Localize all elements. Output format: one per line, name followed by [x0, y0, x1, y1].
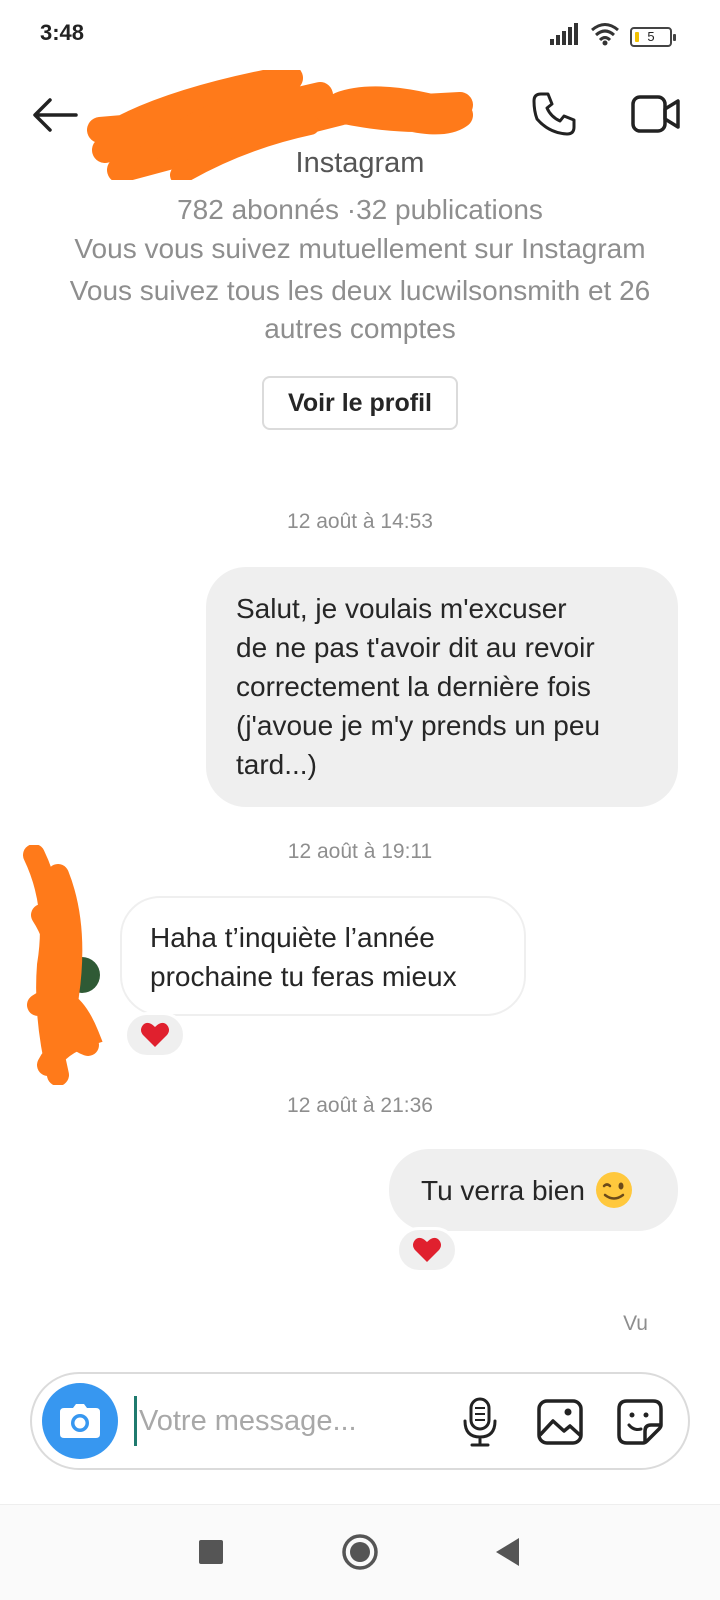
dm-conversation-screen: 3:48 5 Instagram 782 abonnés ·32 publica… — [0, 0, 720, 1600]
phone-icon — [532, 92, 576, 136]
profile-platform: Instagram — [295, 147, 425, 179]
back-arrow-icon — [33, 98, 78, 132]
seen-status: Vu — [623, 1312, 648, 1335]
heart-icon — [413, 1237, 441, 1262]
system-back-button[interactable] — [492, 1535, 522, 1569]
sent-message-bubble[interactable]: Salut, je voulais m'excuser de ne pas t'… — [206, 567, 678, 807]
message-line: correctement la dernière fois — [236, 671, 591, 702]
message-line: (j'avoue je m'y prends un peu — [236, 710, 601, 741]
camera-button[interactable] — [42, 1383, 118, 1459]
gallery-button[interactable] — [532, 1394, 588, 1450]
profile-stats: 782 abonnés ·32 publications — [177, 194, 543, 225]
wifi-icon — [590, 22, 620, 51]
sent-message-bubble[interactable]: Tu verra bien — [389, 1149, 678, 1231]
view-profile-button[interactable]: Voir le profil — [262, 376, 458, 430]
video-camera-icon — [631, 95, 680, 133]
microphone-icon — [463, 1397, 497, 1447]
voice-call-button[interactable] — [528, 88, 580, 140]
mutual-follow-text: Vous vous suivez mutuellement sur Instag… — [74, 233, 646, 264]
winking-face-icon — [595, 1172, 632, 1208]
message-line: de ne pas t'avoir dit au revoir — [236, 632, 595, 663]
message-input[interactable] — [134, 1396, 424, 1446]
battery-label: 5 — [647, 29, 655, 44]
battery-level — [635, 31, 639, 42]
status-bar: 3:48 5 — [0, 0, 720, 70]
message-composer — [30, 1372, 690, 1470]
message-line: prochaine tu feras mieux — [150, 961, 457, 992]
battery-icon: 5 — [630, 26, 676, 47]
message-line: Tu verra bien — [421, 1174, 585, 1206]
message-line: Haha t’inquiète l’année — [150, 922, 435, 953]
back-button[interactable] — [30, 92, 80, 138]
common-followers-text: Vous suivez tous les deux lucwilsonsmith… — [69, 275, 651, 344]
status-time: 3:48 — [40, 20, 85, 45]
signal-icon — [550, 23, 580, 50]
sticker-icon — [617, 1399, 663, 1445]
message-line: Salut, je voulais m'excuser — [236, 593, 567, 624]
sticker-button[interactable] — [612, 1394, 668, 1450]
gallery-icon — [537, 1399, 583, 1445]
video-call-button[interactable] — [628, 88, 684, 140]
message-timestamp: 12 août à 14:53 — [287, 510, 433, 533]
message-reaction[interactable] — [124, 1012, 186, 1058]
voice-message-button[interactable] — [452, 1394, 508, 1450]
received-message-bubble[interactable]: Haha t’inquiète l’année prochaine tu fer… — [120, 896, 526, 1016]
profile-summary: Instagram 782 abonnés ·32 publications V… — [0, 147, 720, 430]
system-navigation-bar — [0, 1504, 720, 1600]
avatar-redaction — [23, 845, 103, 1085]
message-line: tard...) — [236, 749, 317, 780]
home-button[interactable] — [341, 1533, 379, 1571]
recent-apps-button[interactable] — [196, 1537, 226, 1567]
message-timestamp: 12 août à 21:36 — [287, 1094, 433, 1117]
message-reaction[interactable] — [396, 1227, 458, 1273]
heart-icon — [141, 1022, 169, 1047]
camera-icon — [60, 1404, 100, 1438]
status-icons: 5 — [550, 22, 676, 51]
message-timestamp: 12 août à 19:11 — [287, 840, 433, 863]
